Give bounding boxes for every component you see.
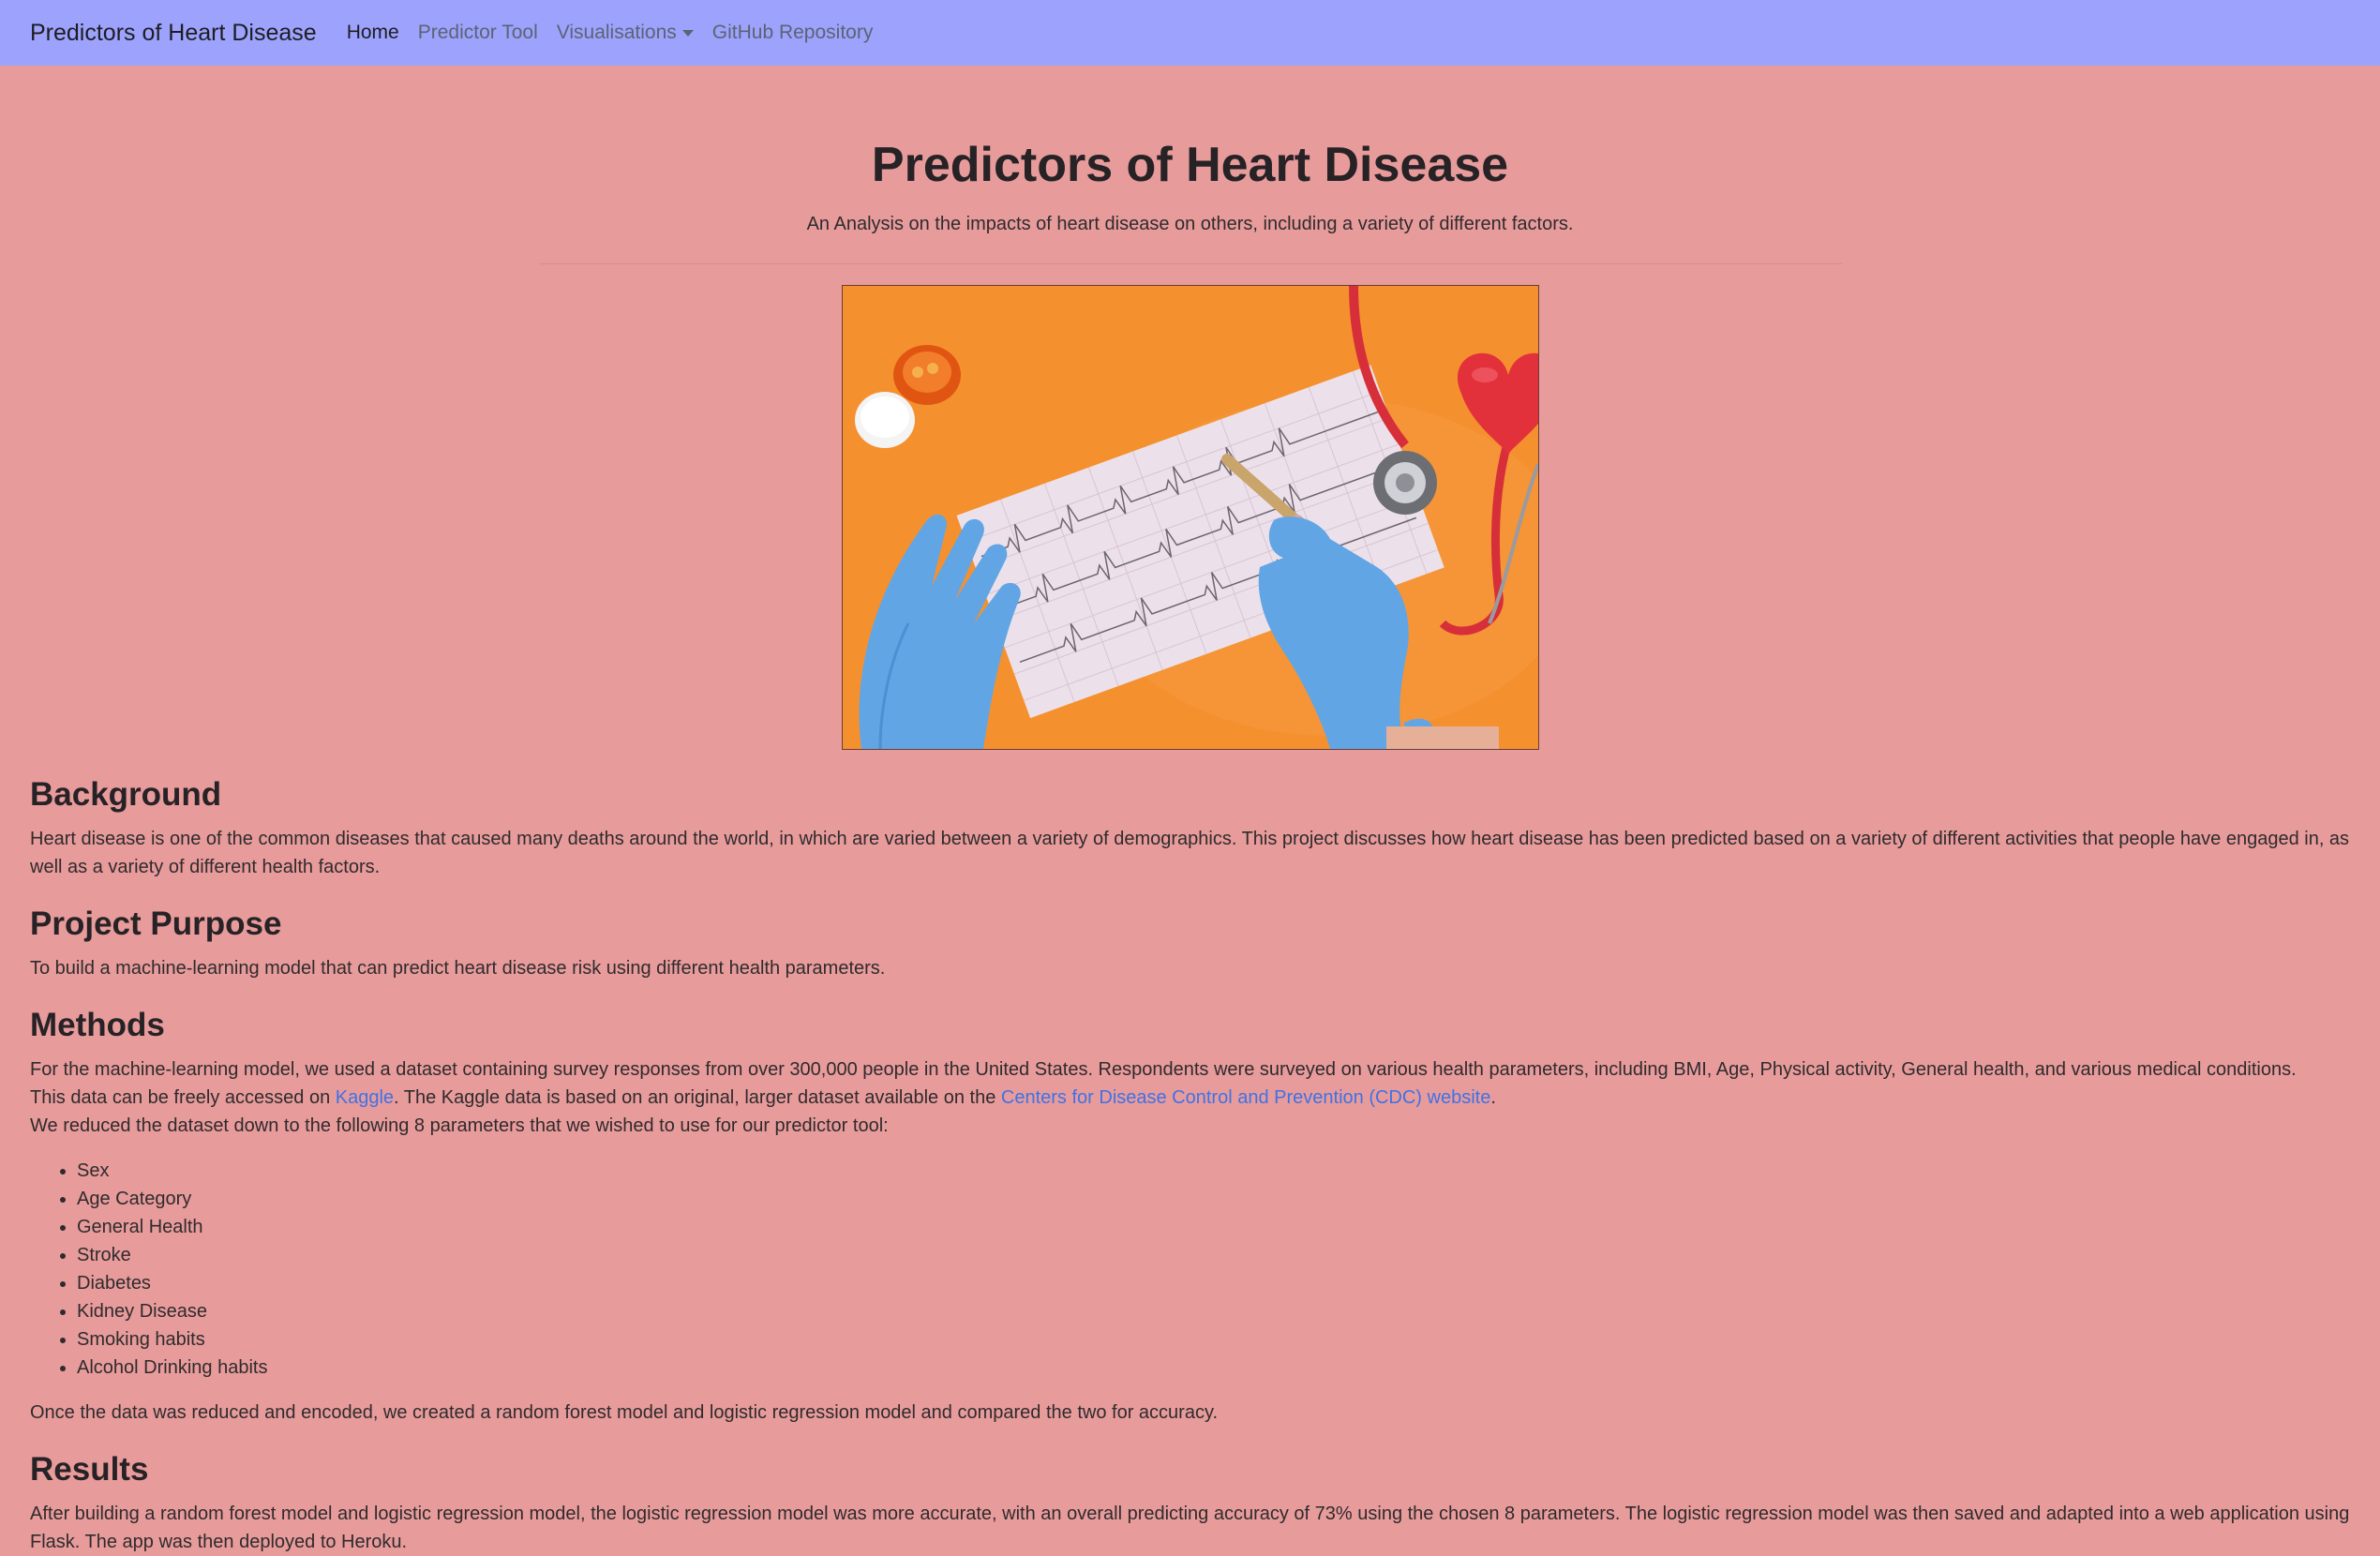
caret-down-icon <box>681 29 694 37</box>
results-text: After building a random forest model and… <box>30 1504 2350 1552</box>
project-purpose-text: To build a machine-learning model that c… <box>30 958 886 979</box>
list-item: Kidney Disease <box>77 1297 2350 1325</box>
divider <box>538 263 1842 264</box>
hero-image <box>841 285 1539 750</box>
page-title: Predictors of Heart Disease <box>871 138 1509 192</box>
methods-text-1: For the machine-learning model, we used … <box>30 1059 2297 1080</box>
list-item: Age Category <box>77 1185 2350 1213</box>
list-item: Stroke <box>77 1241 2350 1269</box>
results-heading: Results <box>30 1451 149 1488</box>
page-subtitle: An Analysis on the impacts of heart dise… <box>806 214 1574 234</box>
list-item: Sex <box>77 1157 2350 1185</box>
methods-text-2-mid: . The Kaggle data is based on an origina… <box>394 1087 1001 1108</box>
navbar: Predictors of Heart Disease Home Predict… <box>0 0 2380 66</box>
nav-visualisations-dropdown[interactable]: Visualisations <box>557 22 694 44</box>
methods-text-2-post: . <box>1490 1087 1496 1108</box>
methods-text-2: This data can be freely accessed on Kagg… <box>30 1084 2350 1112</box>
methods-heading: Methods <box>30 1007 165 1043</box>
background-text: Heart disease is one of the common disea… <box>30 829 2350 877</box>
list-item: General Health <box>77 1213 2350 1241</box>
list-item: Diabetes <box>77 1269 2350 1297</box>
project-purpose-heading: Project Purpose <box>30 905 282 942</box>
navbar-brand[interactable]: Predictors of Heart Disease <box>30 20 317 47</box>
nav-home[interactable]: Home <box>347 22 399 44</box>
ecg-examination-illustration <box>842 286 1538 749</box>
cdc-website-link[interactable]: Centers for Disease Control and Preventi… <box>1001 1087 1490 1108</box>
nav-github-repository[interactable]: GitHub Repository <box>712 22 874 44</box>
list-item: Smoking habits <box>77 1325 2350 1354</box>
parameter-list: Sex Age Category General Health Stroke D… <box>30 1157 2350 1382</box>
methods-text-2-pre: This data can be freely accessed on <box>30 1087 336 1108</box>
methods-text-3: We reduced the dataset down to the follo… <box>30 1115 889 1136</box>
kaggle-link[interactable]: Kaggle <box>336 1087 394 1108</box>
background-heading: Background <box>30 776 222 813</box>
main-content: Background Heart disease is one of the c… <box>0 776 2380 1556</box>
hero: Predictors of Heart Disease An Analysis … <box>0 66 2380 750</box>
nav-visualisations-label: Visualisations <box>556 22 677 43</box>
methods-closing-text: Once the data was reduced and encoded, w… <box>30 1402 1219 1423</box>
list-item: Alcohol Drinking habits <box>77 1354 2350 1382</box>
nav-predictor-tool[interactable]: Predictor Tool <box>418 22 538 44</box>
